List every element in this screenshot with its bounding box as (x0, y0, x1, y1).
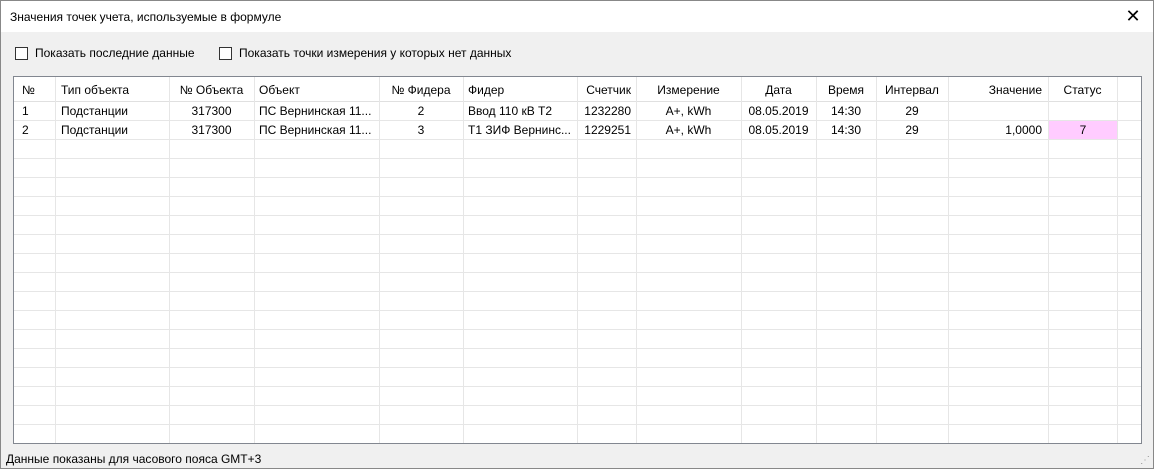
timezone-status: Данные показаны для часового пояса GMT+3 (6, 452, 262, 466)
header-col-object-number[interactable]: № Объекта (169, 77, 254, 101)
cell-col-meter: 1229251 (584, 123, 631, 137)
cell-col-object-type: Подстанции (61, 123, 128, 137)
grid-row-line (14, 424, 1141, 425)
show-last-data-label: Показать последние данные (35, 46, 195, 60)
grid-row-line (14, 386, 1141, 387)
cell-col-interval: 29 (905, 104, 919, 118)
header-col-feeder-number[interactable]: № Фидера (379, 77, 463, 101)
cell-col-meter: 1232280 (584, 104, 631, 118)
cell-col-value (948, 102, 1048, 121)
grid-row-line (14, 234, 1141, 235)
cell-col-number: 1 (22, 104, 29, 118)
data-grid[interactable]: № Тип объекта № Объекта Объект № Фидера Фидер… (13, 76, 1142, 444)
cell-col-object-number: 317300 (191, 104, 232, 118)
cell-col-value: 1,0000 (1005, 123, 1042, 137)
cell-col-object-number: 317300 (191, 123, 232, 137)
cell-col-measurement: A+, kWh (665, 104, 712, 118)
dialog-window: Значения точек учета, используемые в фор… (0, 0, 1154, 469)
resize-grip-icon[interactable]: ⋰ (1140, 456, 1150, 466)
show-points-without-data-checkbox[interactable]: Показать точки измерения у которых нет д… (219, 46, 511, 60)
cell-col-feeder-number: 3 (417, 123, 425, 137)
cell-col-status: 7 (1049, 121, 1117, 139)
checkbox-icon[interactable] (219, 46, 232, 60)
grid-row-line (14, 348, 1141, 349)
header-col-time[interactable]: Время (816, 77, 876, 101)
grid-row-line (14, 272, 1141, 273)
cell-col-object-type: Подстанции (61, 104, 128, 118)
header-col-object[interactable]: Объект (254, 77, 379, 101)
cell-col-feeder: Т1 ЗИФ Вернинс... (468, 123, 571, 137)
table-row[interactable]: 1 Подстанции 317300 ПС Вернинская 11... 2 Вво… (14, 102, 1141, 121)
cell-col-time: 14:30 (830, 104, 862, 118)
cell-col-feeder: Ввод 110 кВ Т2 (468, 104, 553, 118)
show-last-data-checkbox[interactable]: Показать последние данные (15, 46, 195, 60)
grid-row-line (14, 291, 1141, 292)
close-icon[interactable]: ✕ (1125, 6, 1141, 26)
table-row[interactable]: 2 Подстанции 317300 ПС Вернинская 11... 3 Т1 … (14, 121, 1141, 140)
grid-row-line (14, 405, 1141, 406)
cell-col-time: 14:30 (830, 123, 862, 137)
header-col-status[interactable]: Статус (1048, 77, 1117, 101)
header-col-interval[interactable]: Интервал (876, 77, 948, 101)
header-col-measurement[interactable]: Измерение (636, 77, 741, 101)
grid-row-line (14, 310, 1141, 311)
header-col-value[interactable]: Значение (948, 77, 1048, 101)
header-col-number[interactable]: № (14, 77, 55, 101)
grid-row-line (14, 367, 1141, 368)
cell-col-object: ПС Вернинская 11... (259, 123, 372, 137)
header-col-date[interactable]: Дата (741, 77, 816, 101)
cell-col-number: 2 (22, 123, 29, 137)
cell-col-interval: 29 (905, 123, 919, 137)
header-col-feeder[interactable]: Фидер (463, 77, 577, 101)
header-col-object-type[interactable]: Тип объекта (55, 77, 169, 101)
cell-col-feeder-number: 2 (417, 104, 425, 118)
cell-col-object: ПС Вернинская 11... (259, 104, 372, 118)
grid-row-line (14, 158, 1141, 159)
window-title: Значения точек учета, используемые в фор… (10, 10, 282, 24)
grid-row-line (14, 196, 1141, 197)
header-col-meter[interactable]: Счетчик (577, 77, 636, 101)
status-bar: Данные показаны для часового пояса GMT+3… (1, 446, 1153, 468)
grid-row-line (14, 329, 1141, 330)
grid-row-line (14, 215, 1141, 216)
show-points-without-data-label: Показать точки измерения у которых нет д… (239, 46, 512, 60)
cell-col-date: 08.05.2019 (748, 104, 809, 118)
cell-col-date: 08.05.2019 (748, 123, 809, 137)
title-bar: Значения точек учета, используемые в фор… (1, 1, 1153, 32)
checkbox-icon[interactable] (15, 46, 28, 60)
cell-col-status (1048, 102, 1117, 121)
grid-row-line (14, 253, 1141, 254)
options-panel: Показать последние данные Показать точки… (1, 32, 1153, 76)
cell-col-measurement: A+, kWh (665, 123, 712, 137)
grid-row-line (14, 177, 1141, 178)
